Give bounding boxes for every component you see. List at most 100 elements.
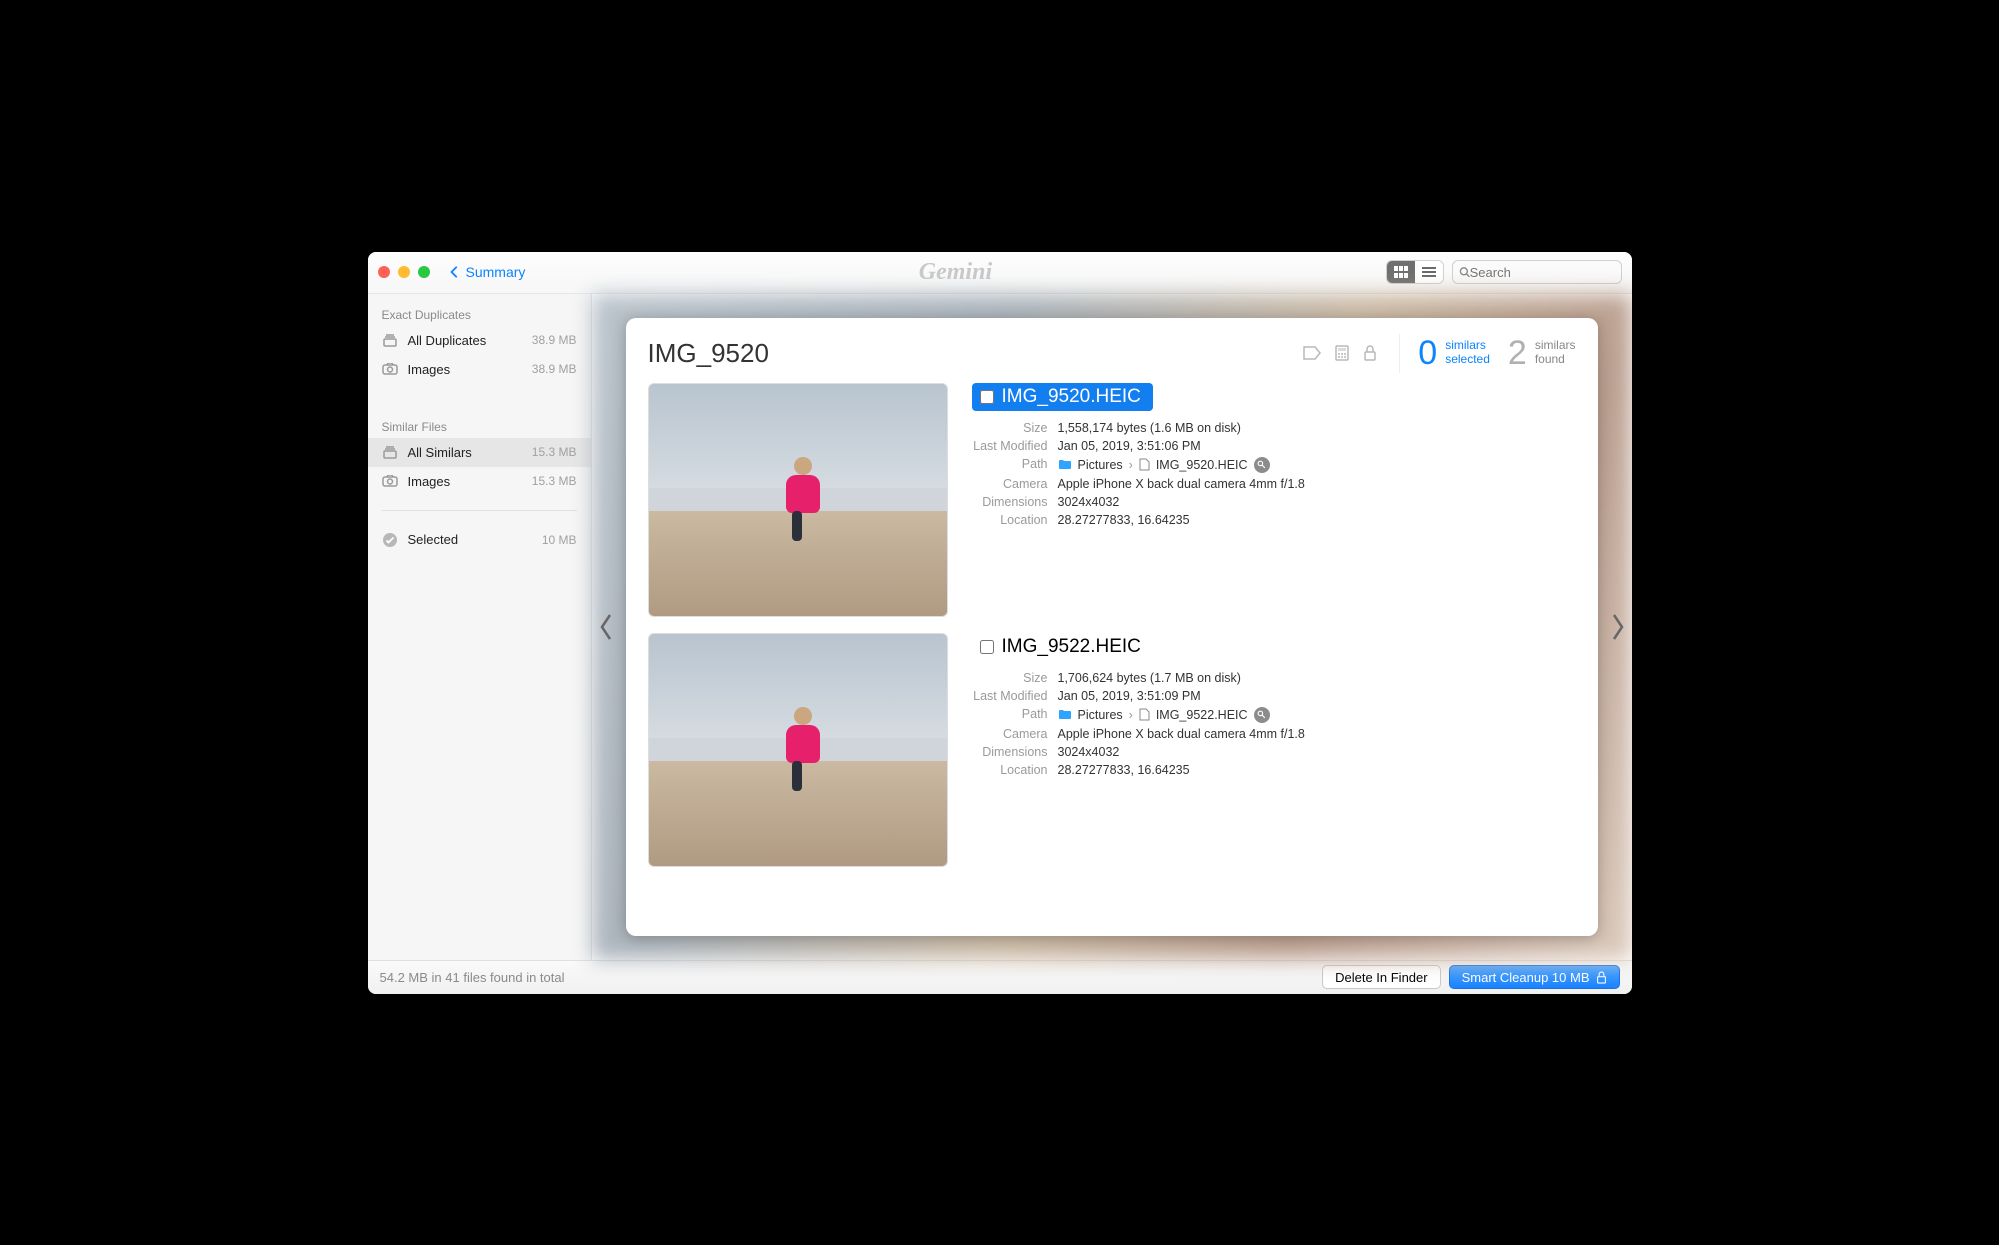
card-title: IMG_9520 <box>648 338 769 369</box>
delete-in-finder-button[interactable]: Delete In Finder <box>1322 965 1441 989</box>
smart-cleanup-button[interactable]: Smart Cleanup 10 MB <box>1449 965 1620 989</box>
window-controls <box>378 266 430 278</box>
card-header: IMG_9520 0 similarsselected 2 <box>648 334 1576 373</box>
count-number: 0 <box>1418 334 1437 373</box>
card-toolbar: 0 similarsselected 2 similarsfound <box>1303 334 1575 373</box>
minimize-window-button[interactable] <box>398 266 410 278</box>
tag-icon <box>1303 346 1321 360</box>
select-checkbox[interactable] <box>980 390 994 404</box>
count-number: 2 <box>1508 334 1527 373</box>
meta-value-size: 1,706,624 bytes (1.7 MB on disk) <box>1058 671 1241 685</box>
image-thumbnail[interactable] <box>648 633 948 867</box>
next-group-button[interactable] <box>1604 597 1632 657</box>
footer-actions: Delete In Finder Smart Cleanup 10 MB <box>1322 965 1619 989</box>
reveal-in-finder-button[interactable] <box>1254 707 1270 723</box>
metadata-table: Size1,706,624 bytes (1.7 MB on disk) Las… <box>972 669 1576 779</box>
meta-label-camera: Camera <box>972 727 1058 741</box>
sidebar-section-header: Similar Files <box>368 412 591 438</box>
filename-text: IMG_9520.HEIC <box>1002 386 1141 408</box>
filename-chip[interactable]: IMG_9520.HEIC <box>972 383 1153 411</box>
main-area: IMG_9520 0 similarsselected 2 <box>592 294 1632 960</box>
lock-action-button[interactable] <box>1363 345 1377 361</box>
meta-value-camera: Apple iPhone X back dual camera 4mm f/1.… <box>1058 727 1305 741</box>
sidebar-item-label: Images <box>408 474 451 489</box>
app-window: Summary Gemini Exact Duplicates <box>368 252 1632 994</box>
sidebar-item-all-similars[interactable]: All Similars 15.3 MB <box>368 438 591 467</box>
magnifier-icon <box>1257 710 1266 719</box>
meta-value-dimensions: 3024x4032 <box>1058 745 1120 759</box>
sidebar-item-label: Images <box>408 362 451 377</box>
item-list[interactable]: IMG_9520.HEIC Size1,558,174 bytes (1.6 M… <box>648 377 1576 924</box>
image-thumbnail[interactable] <box>648 383 948 617</box>
file-icon <box>1139 708 1150 721</box>
meta-value-dimensions: 3024x4032 <box>1058 495 1120 509</box>
grid-icon <box>1394 266 1408 278</box>
select-checkbox[interactable] <box>980 640 994 654</box>
sidebar-item-label: All Similars <box>408 445 472 460</box>
body: Exact Duplicates All Duplicates 38.9 MB … <box>368 294 1632 960</box>
titlebar-center: Gemini <box>525 259 1385 286</box>
status-text: 54.2 MB in 41 files found in total <box>380 970 565 985</box>
list-view-button[interactable] <box>1415 261 1443 283</box>
reveal-in-finder-button[interactable] <box>1254 457 1270 473</box>
lock-icon <box>1596 971 1607 984</box>
meta-value-size: 1,558,174 bytes (1.6 MB on disk) <box>1058 421 1241 435</box>
counts: 0 similarsselected 2 similarsfound <box>1399 334 1575 373</box>
meta-label-dimensions: Dimensions <box>972 745 1058 759</box>
meta-label-camera: Camera <box>972 477 1058 491</box>
prev-group-button[interactable] <box>592 597 620 657</box>
close-window-button[interactable] <box>378 266 390 278</box>
meta-value-location: 28.27277833, 16.64235 <box>1058 763 1190 777</box>
search-field[interactable] <box>1452 260 1622 284</box>
sidebar: Exact Duplicates All Duplicates 38.9 MB … <box>368 294 592 960</box>
back-to-summary-button[interactable]: Summary <box>448 264 526 280</box>
similars-found-count: 2 similarsfound <box>1508 334 1576 373</box>
sidebar-item-selected[interactable]: Selected 10 MB <box>368 525 591 555</box>
sidebar-section-header: Exact Duplicates <box>368 300 591 326</box>
count-label: similarsfound <box>1535 339 1576 367</box>
meta-value-path: Pictures › IMG_9520.HEIC <box>1058 457 1270 473</box>
filename-chip[interactable]: IMG_9522.HEIC <box>972 633 1153 661</box>
detail-card: IMG_9520 0 similarsselected 2 <box>626 318 1598 936</box>
calculator-action-button[interactable] <box>1335 345 1349 361</box>
app-logo: Gemini <box>919 259 992 286</box>
grid-view-button[interactable] <box>1387 261 1415 283</box>
file-icon <box>1139 458 1150 471</box>
camera-icon <box>382 363 398 375</box>
item-details: IMG_9520.HEIC Size1,558,174 bytes (1.6 M… <box>972 383 1576 617</box>
sidebar-divider <box>382 510 577 511</box>
meta-label-size: Size <box>972 671 1058 685</box>
sidebar-item-size: 10 MB <box>542 533 577 547</box>
sidebar-item-dup-images[interactable]: Images 38.9 MB <box>368 355 591 384</box>
similar-item-row: IMG_9520.HEIC Size1,558,174 bytes (1.6 M… <box>648 377 1576 627</box>
sidebar-item-all-duplicates[interactable]: All Duplicates 38.9 MB <box>368 326 591 355</box>
metadata-table: Size1,558,174 bytes (1.6 MB on disk) Las… <box>972 419 1576 529</box>
sidebar-item-label: All Duplicates <box>408 333 487 348</box>
filename-text: IMG_9522.HEIC <box>1002 636 1141 658</box>
view-toggle <box>1386 260 1444 284</box>
meta-value-modified: Jan 05, 2019, 3:51:06 PM <box>1058 439 1201 453</box>
meta-label-path: Path <box>972 457 1058 473</box>
sidebar-item-label: Selected <box>408 532 459 547</box>
titlebar-right <box>1386 260 1622 284</box>
meta-value-modified: Jan 05, 2019, 3:51:09 PM <box>1058 689 1201 703</box>
similar-item-row: IMG_9522.HEIC Size1,706,624 bytes (1.7 M… <box>648 627 1576 877</box>
meta-value-location: 28.27277833, 16.64235 <box>1058 513 1190 527</box>
count-label: similarsselected <box>1445 339 1490 367</box>
meta-value-path: Pictures › IMG_9522.HEIC <box>1058 707 1270 723</box>
meta-label-location: Location <box>972 763 1058 777</box>
zoom-window-button[interactable] <box>418 266 430 278</box>
sidebar-item-size: 38.9 MB <box>532 333 577 347</box>
back-label: Summary <box>466 264 526 280</box>
meta-label-size: Size <box>972 421 1058 435</box>
tag-action-button[interactable] <box>1303 346 1321 360</box>
chevron-left-icon <box>448 265 462 279</box>
lock-icon <box>1363 345 1377 361</box>
search-input[interactable] <box>1470 265 1615 280</box>
meta-label-dimensions: Dimensions <box>972 495 1058 509</box>
checkmark-circle-icon <box>382 532 398 548</box>
sidebar-item-size: 38.9 MB <box>532 362 577 376</box>
footer: 54.2 MB in 41 files found in total Delet… <box>368 960 1632 994</box>
sidebar-item-size: 15.3 MB <box>532 474 577 488</box>
sidebar-item-sim-images[interactable]: Images 15.3 MB <box>368 467 591 496</box>
